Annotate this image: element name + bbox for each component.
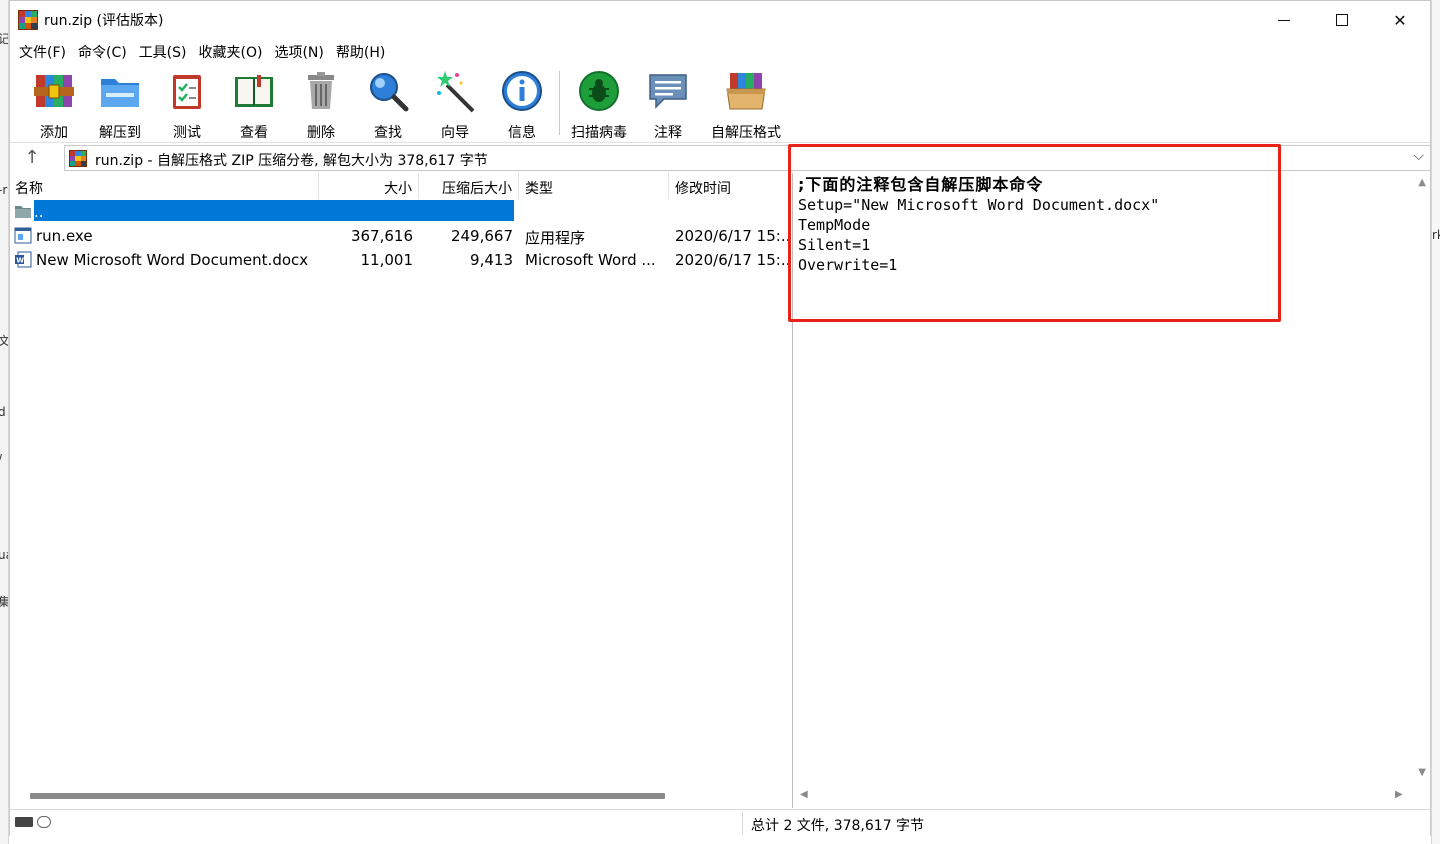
bug-scan-icon xyxy=(579,71,619,111)
comment-button[interactable]: 注释 xyxy=(636,69,700,142)
speech-bubble-icon xyxy=(649,74,687,109)
view-button[interactable]: 查看 xyxy=(222,69,286,142)
info-button[interactable]: 信息 xyxy=(490,69,554,142)
address-bar: ↑ run.zip - 自解压格式 ZIP 压缩分卷, 解包大小为 378,61… xyxy=(10,142,1431,172)
comment-line: Setup="New Microsoft Word Document.docx" xyxy=(798,196,1160,214)
winrar-window: run.zip (评估版本) ✕ 文件(F) 命令(C) 工具(S) 收藏夹(O… xyxy=(9,0,1431,837)
comment-line: Silent=1 xyxy=(798,236,871,254)
title-bar: run.zip (评估版本) ✕ xyxy=(10,1,1430,39)
column-header-modified[interactable]: 修改时间 xyxy=(669,173,791,199)
address-field[interactable]: run.zip - 自解压格式 ZIP 压缩分卷, 解包大小为 378,617 … xyxy=(64,145,1431,171)
wizard-button[interactable]: 向导 xyxy=(423,69,487,142)
table-row[interactable]: W New Microsoft Word Document.docx 11,00… xyxy=(10,248,791,272)
background-window-left: 记-r文 d/ua集 xyxy=(0,0,9,844)
scrollbar-thumb[interactable] xyxy=(30,793,665,799)
menu-tools[interactable]: 工具(S) xyxy=(136,39,196,63)
exe-file-icon xyxy=(14,227,32,244)
maximize-icon xyxy=(1336,14,1348,26)
menu-commands[interactable]: 命令(C) xyxy=(75,39,136,63)
menu-favorites[interactable]: 收藏夹(O) xyxy=(196,39,272,63)
menu-options[interactable]: 选项(N) xyxy=(271,39,332,63)
magic-wand-icon xyxy=(437,71,475,113)
minimize-icon xyxy=(1278,19,1290,21)
scroll-up-arrow-icon[interactable]: ▲ xyxy=(1418,177,1426,188)
clipboard-check-icon xyxy=(173,75,201,109)
comment-panel[interactable]: ;下面的注释包含自解压脚本命令 Setup="New Microsoft Word… xyxy=(795,173,1430,808)
status-bar: 总计 2 文件, 378,617 字节 xyxy=(10,809,1430,837)
column-header-packed[interactable]: 压缩后大小 xyxy=(419,173,519,199)
scroll-right-arrow-icon[interactable]: ▶ xyxy=(1395,789,1403,800)
word-document-icon: W xyxy=(15,251,32,268)
status-summary: 总计 2 文件, 378,617 字节 xyxy=(751,818,925,834)
svg-text:W: W xyxy=(16,257,24,265)
trash-icon xyxy=(308,72,334,109)
winrar-app-icon xyxy=(18,10,38,30)
column-header-type[interactable]: 类型 xyxy=(519,173,669,199)
extract-to-button[interactable]: 解压到 xyxy=(88,69,152,142)
menu-bar: 文件(F) 命令(C) 工具(S) 收藏夹(O) 选项(N) 帮助(H) xyxy=(10,39,1430,63)
virus-scan-button[interactable]: 扫描病毒 xyxy=(567,69,631,142)
folder-extract-icon xyxy=(101,79,139,107)
archive-icon xyxy=(69,150,87,167)
test-button[interactable]: 测试 xyxy=(155,69,219,142)
menu-help[interactable]: 帮助(H) xyxy=(333,39,394,63)
toolbar: 添加 解压到 测试 查看 删除 查找 向导 信息 扫描病毒 注释 自解压格式 xyxy=(10,63,1430,141)
up-folder-button[interactable]: ↑ xyxy=(20,147,44,169)
status-divider xyxy=(742,812,743,834)
close-icon: ✕ xyxy=(1393,10,1407,30)
info-icon xyxy=(502,71,542,111)
window-title: run.zip (评估版本) xyxy=(44,13,164,29)
table-row[interactable]: run.exe 367,616 249,667 应用程序 2020/6/17 1… xyxy=(10,224,791,248)
sfx-archive-icon xyxy=(726,73,766,110)
comment-heading: ;下面的注释包含自解压脚本命令 xyxy=(798,175,1044,194)
find-button[interactable]: 查找 xyxy=(356,69,420,142)
file-list-horizontal-scrollbar[interactable] xyxy=(10,785,791,807)
maximize-button[interactable] xyxy=(1313,1,1371,39)
sfx-button[interactable]: 自解压格式 xyxy=(702,69,790,142)
book-view-icon xyxy=(235,75,273,107)
magnifier-icon xyxy=(370,73,409,112)
minimize-button[interactable] xyxy=(1255,1,1313,39)
background-window-right: rk xyxy=(1431,0,1440,844)
menu-file[interactable]: 文件(F) xyxy=(16,39,75,63)
column-header-size[interactable]: 大小 xyxy=(319,173,419,199)
scroll-down-arrow-icon[interactable]: ▼ xyxy=(1418,767,1426,778)
folder-icon xyxy=(15,206,31,218)
arrow-up-icon: ↑ xyxy=(24,147,40,168)
comment-line: TempMode xyxy=(798,216,871,234)
add-button[interactable]: 添加 xyxy=(22,69,86,142)
status-icons xyxy=(15,816,51,828)
chevron-down-icon[interactable]: ⌵ xyxy=(1413,148,1424,164)
table-row[interactable]: .. 文件夹 xyxy=(10,200,791,224)
scroll-left-arrow-icon[interactable]: ◀ xyxy=(800,789,808,800)
column-header-name[interactable]: 名称 xyxy=(10,173,319,199)
keyboard-icon[interactable] xyxy=(15,817,33,827)
archive-add-icon xyxy=(34,75,74,107)
delete-button[interactable]: 删除 xyxy=(289,69,353,142)
file-list-panel: 名称 大小 压缩后大小 类型 修改时间 .. 文件夹 run.exe 367,6… xyxy=(10,173,793,808)
comment-line: Overwrite=1 xyxy=(798,256,898,274)
address-text: run.zip - 自解压格式 ZIP 压缩分卷, 解包大小为 378,617 … xyxy=(95,153,488,169)
close-button[interactable]: ✕ xyxy=(1371,1,1429,39)
comment-text: ;下面的注释包含自解压脚本命令 Setup="New Microsoft Word… xyxy=(798,175,1159,275)
key-lock-icon[interactable] xyxy=(37,816,51,828)
